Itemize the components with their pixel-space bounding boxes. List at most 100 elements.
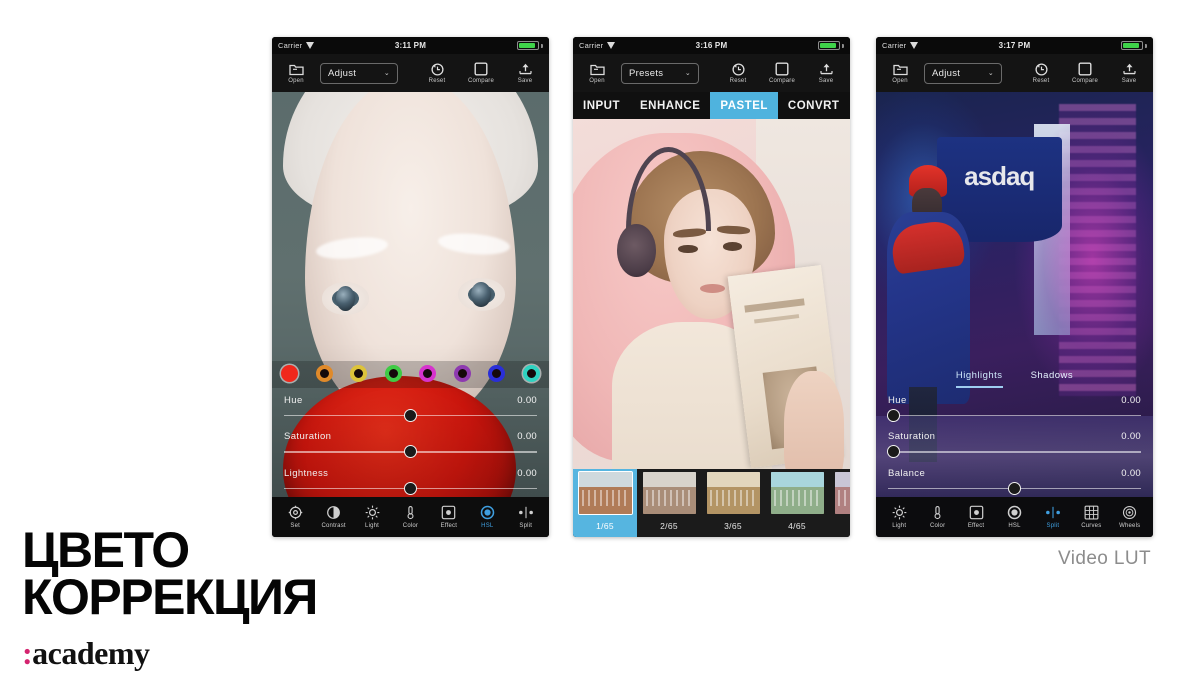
photo-canvas[interactable]: asdaq Highlights Shadows Hue 0.00 Satura…	[876, 92, 1153, 497]
slider-saturation-label: Saturation	[888, 431, 936, 442]
compare-button[interactable]: Compare	[767, 62, 797, 84]
slider-saturation-knob[interactable]	[886, 445, 900, 459]
tab-input[interactable]: INPUT	[573, 92, 630, 119]
reset-button[interactable]: Reset	[723, 62, 753, 84]
tab-convrt[interactable]: CONVRT	[778, 92, 850, 119]
photo-canvas[interactable]: Hue 0.00 Saturation 0.00 Lightness 0.00	[272, 92, 549, 497]
tool-light[interactable]: Light	[353, 505, 391, 529]
slider-hue-knob[interactable]	[886, 408, 900, 422]
mode-dropdown[interactable]: Adjust ⌄	[924, 62, 1002, 84]
tool-split[interactable]: Split	[1034, 505, 1072, 529]
slider-lightness-knob[interactable]	[404, 481, 417, 495]
open-button[interactable]: Open	[885, 63, 915, 84]
chevron-down-icon: ⌄	[684, 70, 691, 77]
sun-icon	[892, 505, 907, 520]
slider-hue-track[interactable]	[886, 408, 1141, 422]
battery-icon	[517, 41, 539, 50]
tool-effect[interactable]: Effect	[957, 505, 995, 529]
tool-set[interactable]: Set	[276, 505, 314, 529]
square-icon	[1078, 62, 1092, 76]
preset-item-1[interactable]: 1/65	[573, 469, 637, 537]
preset-item-2[interactable]: 2/65	[637, 469, 701, 537]
slider-balance-track[interactable]	[888, 481, 1141, 495]
preset-item-3[interactable]: 3/65	[701, 469, 765, 537]
tab-enhance[interactable]: ENHANCE	[630, 92, 710, 119]
tab-pastel[interactable]: PASTEL	[710, 92, 778, 119]
slider-hue-track[interactable]	[284, 408, 537, 422]
app-caption: Video LUT	[1058, 548, 1152, 569]
compare-button[interactable]: Compare	[466, 62, 496, 84]
hsl-swatch-green[interactable]	[384, 364, 402, 382]
tool-hsl[interactable]: HSL	[468, 505, 506, 529]
undo-icon	[731, 62, 746, 76]
hsl-swatch-purple[interactable]	[453, 364, 471, 382]
clock-label: 3:16 PM	[695, 41, 728, 50]
save-button[interactable]: Save	[811, 62, 841, 84]
tool-color[interactable]: Color	[919, 505, 957, 529]
split-icon	[1045, 505, 1061, 520]
status-bar: Carrier 3:17 PM	[876, 37, 1153, 54]
slider-saturation-track[interactable]	[284, 445, 537, 459]
wheels-icon	[1122, 505, 1137, 520]
hsl-swatch-yellow[interactable]	[350, 364, 368, 382]
open-button[interactable]: Open	[281, 63, 311, 84]
mode-dropdown[interactable]: Adjust ⌄	[320, 62, 398, 84]
hsl-swatch-blue[interactable]	[488, 364, 506, 382]
hsl-swatch-magenta[interactable]	[419, 364, 437, 382]
slider-balance-knob[interactable]	[1008, 481, 1021, 495]
top-toolbar: Open Adjust ⌄ Reset Compare Save	[876, 54, 1153, 92]
tool-effect-label: Effect	[967, 523, 985, 529]
slider-hue-knob[interactable]	[404, 408, 417, 422]
top-toolbar-actions: Reset Compare Save	[723, 62, 841, 84]
slider-saturation-label: Saturation	[284, 431, 332, 442]
folder-icon	[589, 63, 605, 76]
tab-cine[interactable]: CINE	[849, 92, 850, 119]
preset-item-5[interactable]: 5/65	[829, 469, 850, 537]
tool-effect[interactable]: Effect	[430, 505, 468, 529]
tool-contrast[interactable]: Contrast	[315, 505, 353, 529]
tool-hsl-label: HSL	[481, 523, 494, 529]
reset-button[interactable]: Reset	[422, 62, 452, 84]
photo-canvas[interactable]	[573, 119, 850, 469]
compare-button[interactable]: Compare	[1070, 62, 1100, 84]
slider-hue-value: 0.00	[517, 394, 537, 406]
slider-saturation-track[interactable]	[886, 445, 1141, 459]
tool-wheels[interactable]: Wheels	[1111, 505, 1149, 529]
save-button[interactable]: Save	[510, 62, 540, 84]
square-icon	[474, 62, 488, 76]
tool-color-label: Color	[402, 523, 419, 529]
upload-icon	[1122, 62, 1137, 76]
sun-icon	[365, 505, 380, 520]
preset-thumbnail-strip[interactable]: 1/65 2/65 3/65 4/65	[573, 469, 850, 537]
reset-button[interactable]: Reset	[1026, 62, 1056, 84]
tool-color[interactable]: Color	[391, 505, 429, 529]
open-button[interactable]: Open	[582, 63, 612, 84]
phone-mockup-hsl: Carrier 3:11 PM Open Adjust ⌄ Reset Comp…	[272, 37, 549, 537]
mode-dropdown[interactable]: Presets ⌄	[621, 62, 699, 84]
preset-item-4[interactable]: 4/65	[765, 469, 829, 537]
upload-icon	[518, 62, 533, 76]
hsl-icon	[1007, 505, 1022, 520]
tool-hsl[interactable]: HSL	[995, 505, 1033, 529]
hsl-panel: Hue 0.00 Saturation 0.00 Lightness 0.00	[272, 360, 549, 498]
hsl-swatch-teal[interactable]	[522, 364, 540, 382]
folder-icon	[892, 63, 908, 76]
undo-icon	[1034, 62, 1049, 76]
tool-split[interactable]: Split	[507, 505, 545, 529]
hsl-swatch-orange[interactable]	[315, 364, 333, 382]
page-title-line2: КОРРЕКЦИЯ	[22, 568, 318, 625]
mode-value: Adjust	[932, 67, 961, 79]
preset-thumbnail	[770, 472, 824, 514]
hsl-swatch-red[interactable]	[281, 364, 298, 382]
top-toolbar: Open Presets ⌄ Reset Compare Save	[573, 54, 850, 92]
tab-highlights[interactable]: Highlights	[955, 370, 1003, 388]
tool-effect-label: Effect	[440, 523, 458, 529]
open-label: Open	[892, 77, 908, 84]
save-button[interactable]: Save	[1114, 62, 1144, 84]
tool-curves[interactable]: Curves	[1072, 505, 1110, 529]
slider-saturation-knob[interactable]	[404, 445, 417, 459]
preset-label-4: 4/65	[788, 521, 806, 531]
tool-light[interactable]: Light	[880, 505, 918, 529]
tab-shadows[interactable]: Shadows	[1031, 370, 1074, 388]
slider-lightness-track[interactable]	[284, 481, 537, 495]
